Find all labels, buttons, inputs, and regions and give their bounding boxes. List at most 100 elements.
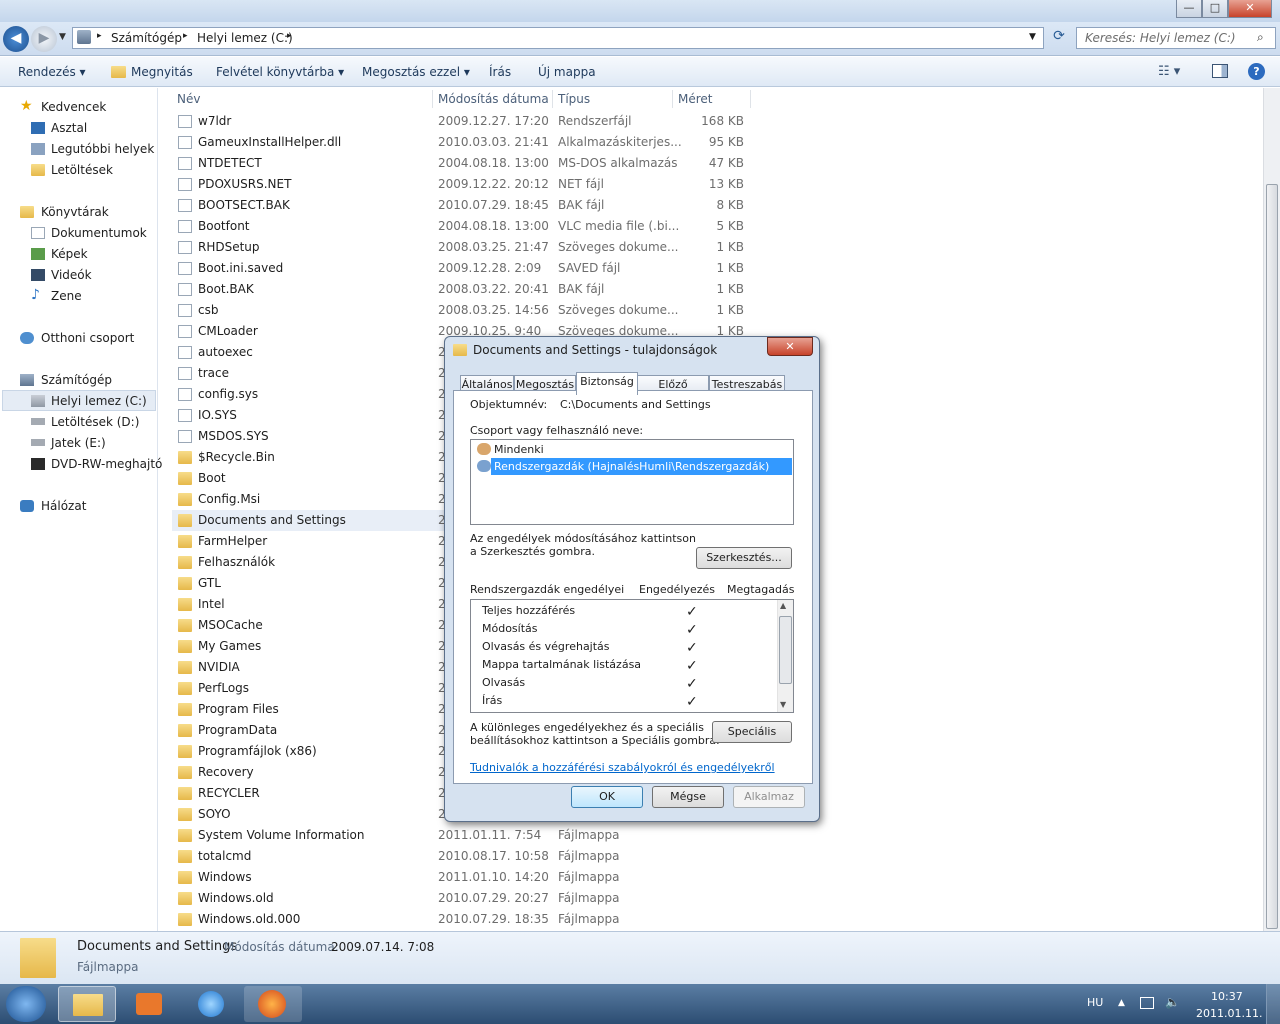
file-row[interactable]: Boot.BAK 2008.03.22. 20:41 BAK fájl 1 KB — [172, 279, 752, 300]
column-divider[interactable] — [552, 90, 553, 108]
scroll-up-icon[interactable]: ▲ — [780, 601, 786, 610]
breadcrumb-drive-c[interactable]: Helyi lemez (C:) — [197, 31, 293, 45]
taskbar-media-player[interactable] — [120, 986, 178, 1022]
recent-pages-dropdown-icon[interactable]: ▼ — [59, 32, 66, 42]
column-header-type[interactable]: Típus — [558, 92, 590, 106]
dialog-close-button[interactable]: ✕ — [767, 337, 813, 356]
back-button[interactable]: ◀ — [3, 26, 29, 52]
nav-network[interactable]: Hálózat — [41, 499, 86, 513]
nav-downloads[interactable]: Letöltések — [51, 163, 113, 177]
file-row[interactable]: Windows 2011.01.10. 14:20 Fájlmappa — [172, 867, 752, 888]
breadcrumb-separator[interactable]: ▸ — [97, 31, 102, 41]
folder-icon — [178, 493, 192, 506]
volume-icon[interactable]: 🔈 — [1165, 995, 1180, 1009]
breadcrumb-computer[interactable]: Számítógép — [111, 31, 182, 45]
nav-libraries[interactable]: Könyvtárak — [41, 205, 109, 219]
show-hidden-icons-icon[interactable]: ▲ — [1118, 998, 1125, 1008]
address-dropdown-icon[interactable]: ▼ — [1029, 32, 1036, 42]
file-row[interactable]: GameuxInstallHelper.dll 2010.03.03. 21:41… — [172, 132, 752, 153]
file-icon — [178, 325, 192, 338]
clock-date[interactable]: 2011.01.11. — [1196, 1007, 1262, 1020]
column-divider[interactable] — [750, 90, 751, 108]
clock-time[interactable]: 10:37 — [1211, 990, 1243, 1003]
nav-dvd-drive[interactable]: DVD-RW-meghajtó — [51, 457, 162, 471]
column-header-name[interactable]: Név — [177, 92, 200, 106]
file-row[interactable]: csb 2008.03.25. 14:56 Szöveges dokume... 1 … — [172, 300, 752, 321]
scroll-down-icon[interactable]: ▼ — [780, 700, 786, 709]
user-list[interactable]: Mindenki Rendszergazdák (HajnalésHumli\R… — [470, 439, 794, 525]
user-item-everyone[interactable]: Mindenki — [494, 443, 544, 456]
column-divider[interactable] — [432, 90, 433, 108]
help-icon[interactable]: ? — [1248, 63, 1265, 80]
breadcrumb-separator[interactable]: ▸ — [287, 31, 292, 41]
close-window-button[interactable]: ✕ — [1228, 0, 1272, 18]
user-item-administrators[interactable]: Rendszergazdák (HajnalésHumli\Rendszerga… — [494, 460, 769, 473]
nav-favorites[interactable]: Kedvencek — [41, 100, 106, 114]
file-row[interactable]: NTDETECT 2004.08.18. 13:00 MS-DOS alkalmaz… — [172, 153, 752, 174]
file-row[interactable]: totalcmd 2010.08.17. 10:58 Fájlmappa — [172, 846, 752, 867]
nav-documents[interactable]: Dokumentumok — [51, 226, 147, 240]
maximize-button[interactable]: □ — [1202, 0, 1228, 18]
permissions-scrollbar[interactable]: ▲ ▼ — [777, 600, 793, 712]
nav-videos[interactable]: Videók — [51, 268, 92, 282]
include-in-library-button[interactable]: Felvétel könyvtárba ▾ — [216, 65, 344, 79]
column-header-date[interactable]: Módosítás dátuma — [438, 92, 549, 106]
share-with-button[interactable]: Megosztás ezzel ▾ — [362, 65, 470, 79]
file-row[interactable]: Windows.old.000 2010.07.29. 18:35 Fájlmapp… — [172, 909, 752, 930]
new-folder-button[interactable]: Új mappa — [538, 65, 596, 79]
folder-icon — [178, 577, 192, 590]
start-button[interactable] — [6, 986, 46, 1022]
preview-pane-icon[interactable] — [1212, 64, 1228, 78]
file-row[interactable]: System Volume Information 2011.01.11. 7:5… — [172, 825, 752, 846]
permissions-scroll-thumb[interactable] — [779, 616, 792, 684]
refresh-icon[interactable]: ⟳ — [1048, 28, 1070, 48]
view-options-icon[interactable]: ☷ ▾ — [1158, 64, 1180, 79]
nav-desktop[interactable]: Asztal — [51, 121, 87, 135]
apply-button[interactable]: Alkalmaz — [733, 786, 805, 808]
file-name: Config.Msi — [198, 492, 261, 506]
tab-security[interactable]: Biztonság — [576, 372, 638, 395]
file-row[interactable]: RHDSetup 2008.03.25. 21:47 Szöveges dokume… — [172, 237, 752, 258]
taskbar-firefox[interactable] — [244, 986, 302, 1022]
search-icon[interactable]: ⌕ — [1257, 30, 1264, 45]
minimize-button[interactable]: — — [1176, 0, 1202, 18]
ok-button[interactable]: OK — [571, 786, 643, 808]
edit-button[interactable]: Szerkesztés... — [696, 547, 792, 569]
breadcrumb-separator[interactable]: ▸ — [183, 31, 188, 41]
nav-music[interactable]: Zene — [51, 289, 82, 303]
taskbar-internet-explorer[interactable] — [182, 986, 240, 1022]
nav-drive-d[interactable]: Letöltések (D:) — [51, 415, 139, 429]
open-button[interactable]: Megnyitás — [131, 65, 193, 79]
scrollbar-thumb[interactable] — [1266, 184, 1278, 929]
file-name: MSOCache — [198, 618, 263, 632]
search-input[interactable]: Keresés: Helyi lemez (C:) ⌕ — [1076, 27, 1276, 49]
file-row[interactable]: Boot.ini.saved 2009.12.28. 2:09 SAVED fájl… — [172, 258, 752, 279]
nav-drive-c[interactable]: Helyi lemez (C:) — [51, 394, 147, 408]
folder-icon — [178, 472, 192, 485]
cancel-button[interactable]: Mégse — [652, 786, 724, 808]
vertical-scrollbar[interactable] — [1263, 88, 1280, 931]
forward-button[interactable]: ▶ — [31, 26, 57, 52]
show-desktop-button[interactable] — [1266, 984, 1280, 1024]
file-row[interactable]: w7ldr 2009.12.27. 17:20 Rendszerfájl 168 KB — [172, 111, 752, 132]
desktop-icon — [31, 122, 45, 134]
nav-drive-e[interactable]: Jatek (E:) — [51, 436, 106, 450]
file-row[interactable]: PDOXUSRS.NET 2009.12.22. 20:12 NET fájl 13 … — [172, 174, 752, 195]
column-header-size[interactable]: Méret — [678, 92, 713, 106]
permissions-help-link[interactable]: Tudnivalók a hozzáférési szabályokról és… — [470, 761, 775, 774]
network-tray-icon[interactable] — [1140, 997, 1154, 1009]
file-row[interactable]: Windows.old 2010.07.29. 20:27 Fájlmappa — [172, 888, 752, 909]
file-row[interactable]: Bootfont 2004.08.18. 13:00 VLC media file … — [172, 216, 752, 237]
organize-button[interactable]: Rendezés ▾ — [18, 65, 86, 79]
advanced-button[interactable]: Speciális — [712, 721, 792, 743]
nav-computer[interactable]: Számítógép — [41, 373, 112, 387]
file-row[interactable]: BOOTSECT.BAK 2010.07.29. 18:45 BAK fájl 8 K… — [172, 195, 752, 216]
column-divider[interactable] — [672, 90, 673, 108]
burn-button[interactable]: Írás — [489, 65, 511, 79]
nav-homegroup[interactable]: Otthoni csoport — [41, 331, 134, 345]
address-input[interactable]: ▸ Számítógép ▸ Helyi lemez (C:) ▸ ▼ — [72, 27, 1044, 49]
nav-recent-places[interactable]: Legutóbbi helyek — [51, 142, 154, 156]
language-indicator[interactable]: HU — [1087, 996, 1103, 1009]
nav-pictures[interactable]: Képek — [51, 247, 88, 261]
taskbar-explorer[interactable] — [58, 986, 116, 1022]
